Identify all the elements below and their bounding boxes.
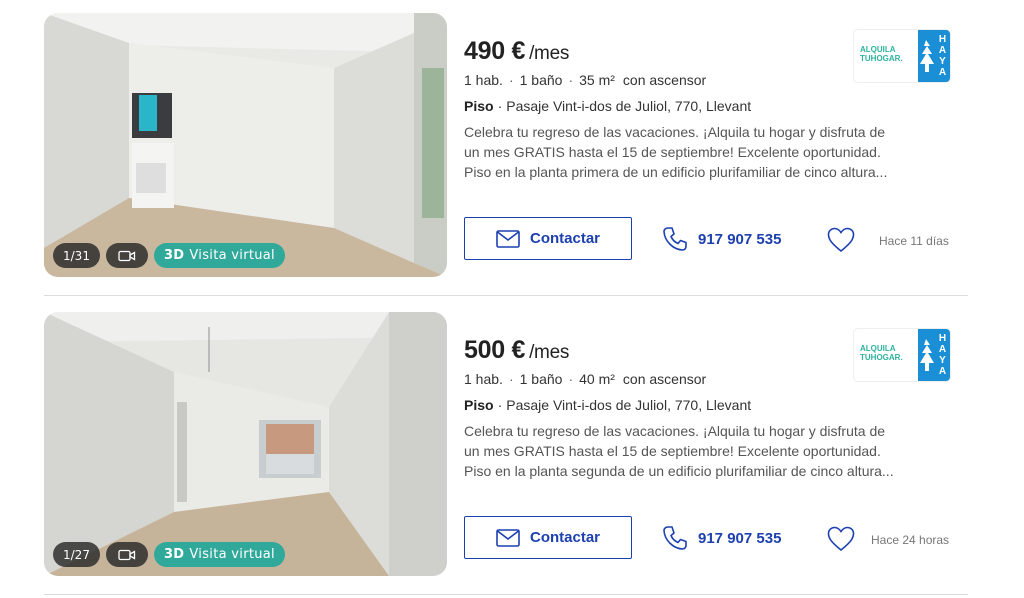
tour-label: Visita virtual: [189, 248, 275, 263]
photo-badges: 1/31 3D Visita virtual: [53, 243, 285, 268]
baths: 1 baño: [519, 371, 563, 387]
agency-brand: HAYA: [937, 34, 948, 78]
tour-prefix: 3D: [163, 248, 185, 263]
photo-badges: 1/27 3D Visita virtual: [53, 542, 285, 567]
listing-details: 1 hab. · 1 baño · 35 m² con ascensor: [464, 72, 707, 88]
virtual-tour-badge[interactable]: 3D Visita virtual: [153, 542, 285, 567]
price-unit: /mes: [529, 342, 570, 363]
listing-description[interactable]: Celebra tu regreso de las vacaciones. ¡A…: [464, 122, 904, 182]
tour-prefix: 3D: [163, 547, 185, 562]
phone-icon: [663, 227, 687, 251]
phone-link[interactable]: 917 907 535: [662, 525, 781, 551]
listing-description[interactable]: Celebra tu regreso de las vacaciones. ¡A…: [464, 421, 904, 481]
heart-icon[interactable]: [827, 526, 855, 552]
photo-count-badge: 1/27: [53, 542, 100, 567]
rooms: 1 hab.: [464, 72, 503, 88]
elevator: con ascensor: [622, 371, 707, 387]
listing-photo[interactable]: 1/27 3D Visita virtual: [44, 312, 447, 576]
listing-card: 1/31 3D Visita virtual 490 €/mes ALQUILA…: [0, 0, 1024, 282]
phone-link[interactable]: 917 907 535: [662, 226, 781, 252]
agency-logo-text: ALQUILA TUHOGAR.: [860, 344, 903, 362]
listing-details: 1 hab. · 1 baño · 40 m² con ascensor: [464, 371, 707, 387]
property-type: Piso: [464, 397, 494, 413]
tour-label: Visita virtual: [189, 547, 275, 562]
heart-icon[interactable]: [827, 227, 855, 253]
video-badge[interactable]: [105, 243, 148, 268]
agency-logo-mark: HAYA: [918, 30, 950, 82]
baths: 1 baño: [519, 72, 563, 88]
envelope-icon: [496, 528, 520, 547]
listing-divider: [44, 594, 968, 595]
phone-number: 917 907 535: [698, 529, 782, 547]
published-time: Hace 11 días: [879, 234, 949, 248]
address-text: Pasaje Vint-i-dos de Juliol, 770, Llevan…: [506, 397, 752, 413]
envelope-icon: [496, 229, 520, 248]
agency-logo-text: ALQUILA TUHOGAR.: [860, 45, 903, 63]
agency-brand: HAYA: [937, 333, 948, 377]
contact-label: Contactar: [529, 529, 600, 546]
area: 35 m²: [579, 72, 615, 88]
phone-number: 917 907 535: [698, 230, 782, 248]
phone-icon: [663, 526, 687, 550]
address-text: Pasaje Vint-i-dos de Juliol, 770, Llevan…: [506, 98, 752, 114]
contact-label: Contactar: [529, 230, 600, 247]
photo-count-badge: 1/31: [53, 243, 100, 268]
listing-address[interactable]: Piso · Pasaje Vint-i-dos de Juliol, 770, L…: [464, 397, 751, 413]
area: 40 m²: [579, 371, 615, 387]
elevator: con ascensor: [622, 72, 707, 88]
video-badge[interactable]: [105, 542, 148, 567]
room-photo: [44, 312, 447, 576]
published-time: Hace 24 horas: [871, 533, 950, 547]
agency-logo[interactable]: ALQUILA TUHOGAR. HAYA: [854, 329, 950, 381]
listing-address[interactable]: Piso · Pasaje Vint-i-dos de Juliol, 770, L…: [464, 98, 751, 114]
listing-divider: [44, 295, 968, 296]
price-value: 500 €: [464, 336, 526, 364]
listing-price[interactable]: 490 €/mes: [464, 37, 569, 66]
rooms: 1 hab.: [464, 371, 503, 387]
room-photo: [44, 13, 447, 277]
price-value: 490 €: [464, 37, 526, 65]
property-type: Piso: [464, 98, 494, 114]
contact-button[interactable]: Contactar: [464, 217, 632, 260]
listing-card: 1/27 3D Visita virtual 500 €/mes ALQUILA…: [0, 299, 1024, 581]
listing-price[interactable]: 500 €/mes: [464, 336, 569, 365]
agency-logo[interactable]: ALQUILA TUHOGAR. HAYA: [854, 30, 950, 82]
agency-logo-mark: HAYA: [918, 329, 950, 381]
contact-button[interactable]: Contactar: [464, 516, 632, 559]
virtual-tour-badge[interactable]: 3D Visita virtual: [153, 243, 285, 268]
price-unit: /mes: [529, 43, 570, 64]
listing-photo[interactable]: 1/31 3D Visita virtual: [44, 13, 447, 277]
video-camera-icon: [118, 549, 136, 560]
video-camera-icon: [118, 250, 136, 261]
